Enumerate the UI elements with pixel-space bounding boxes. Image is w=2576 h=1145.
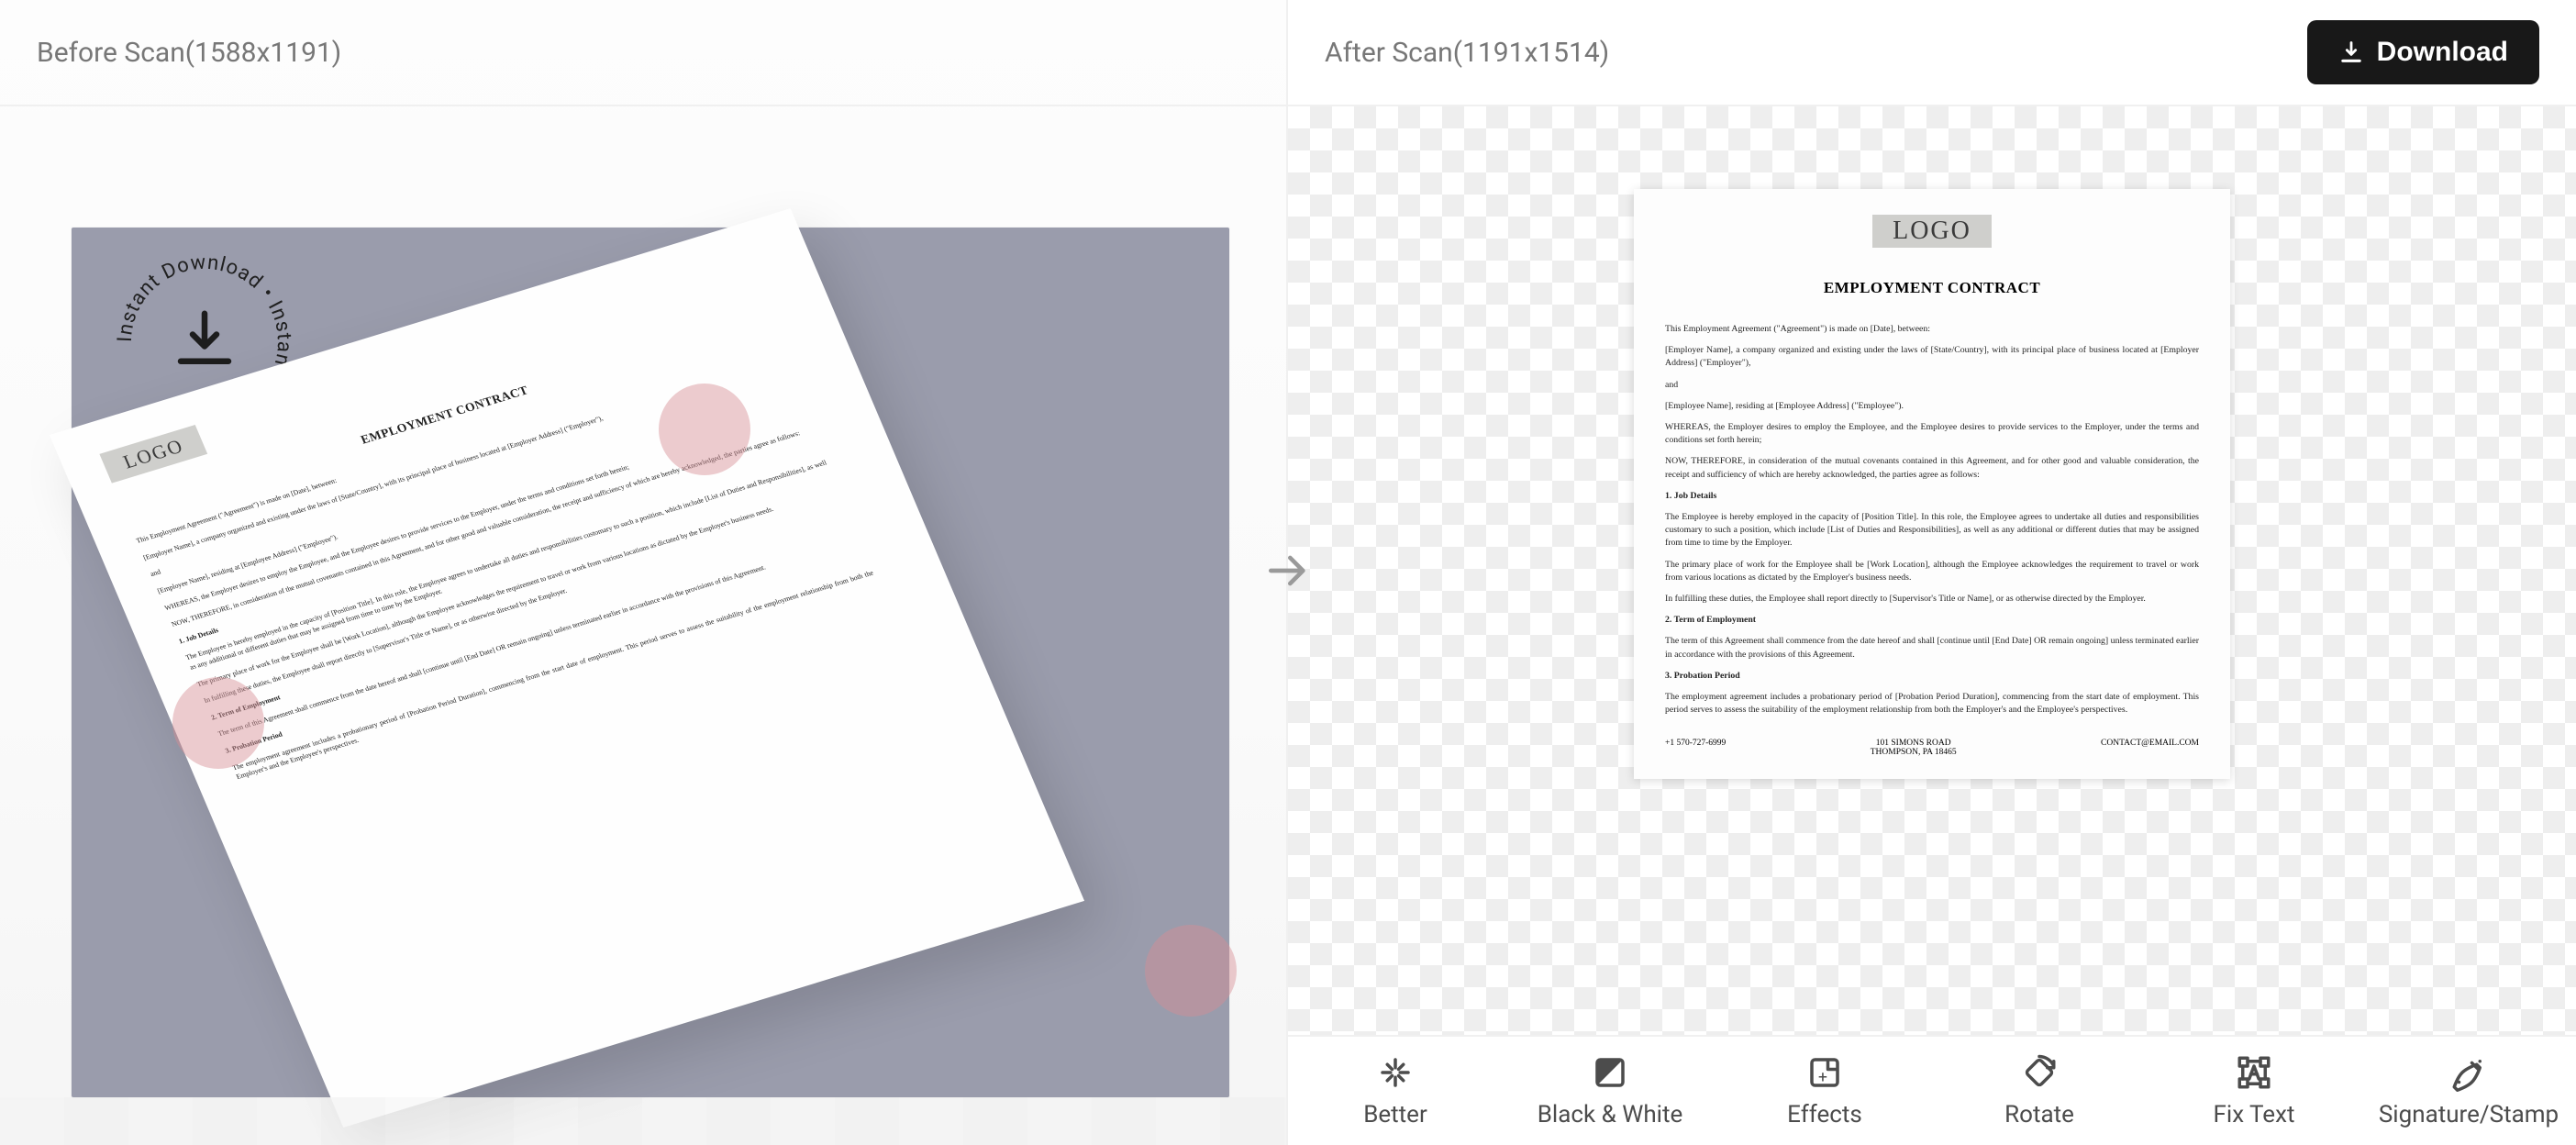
doc-body: This Employment Agreement ("Agreement") … bbox=[1665, 323, 2199, 717]
before-title: Before Scan(1588x1191) bbox=[37, 37, 341, 69]
tool-bw[interactable]: Black & White bbox=[1503, 1037, 1717, 1145]
pen-icon bbox=[2449, 1053, 2488, 1092]
footer-email: CONTACT@EMAIL.COM bbox=[2101, 739, 2199, 757]
before-header: Before Scan(1588x1191) bbox=[0, 0, 1286, 106]
download-label: Download bbox=[2377, 37, 2508, 68]
before-pane: Before Scan(1588x1191) Instant Download … bbox=[0, 0, 1288, 1145]
tool-fixtext[interactable]: Fix Text bbox=[2147, 1037, 2361, 1145]
rotate-icon bbox=[2020, 1053, 2059, 1092]
crop-handle[interactable] bbox=[172, 677, 264, 769]
after-body: LOGO EMPLOYMENT CONTRACT This Employment… bbox=[1288, 106, 2576, 1145]
sparkle-icon bbox=[1376, 1053, 1415, 1092]
tool-label: Rotate bbox=[2004, 1101, 2074, 1128]
tool-better[interactable]: Better bbox=[1288, 1037, 1503, 1145]
footer-addr1: 101 SIMONS ROAD bbox=[1871, 739, 1957, 748]
tool-rotate[interactable]: Rotate bbox=[1932, 1037, 2147, 1145]
doc-footer: +1 570-727-6999 101 SIMONS ROAD THOMPSON… bbox=[1665, 739, 2199, 757]
before-body: Instant Download • Instant Download • LO… bbox=[0, 106, 1286, 1145]
doc-title: EMPLOYMENT CONTRACT bbox=[1665, 279, 2199, 297]
footer-phone: +1 570-727-6999 bbox=[1665, 739, 1726, 757]
svg-text:+: + bbox=[1818, 1069, 1827, 1087]
tool-label: Better bbox=[1363, 1101, 1427, 1128]
tool-effects[interactable]: + Effects bbox=[1717, 1037, 1932, 1145]
arrow-icon bbox=[1262, 545, 1314, 600]
app-root: Before Scan(1588x1191) Instant Download … bbox=[0, 0, 2576, 1145]
logo-box: LOGO bbox=[1872, 215, 1992, 248]
download-icon bbox=[2338, 39, 2364, 65]
tool-label: Signature/Stamp bbox=[2379, 1101, 2559, 1128]
download-button[interactable]: Download bbox=[2307, 20, 2539, 84]
contrast-icon bbox=[1591, 1053, 1629, 1092]
tool-label: Black & White bbox=[1538, 1101, 1683, 1128]
effects-icon: + bbox=[1805, 1053, 1844, 1092]
crop-handle[interactable] bbox=[1145, 925, 1237, 1017]
scanned-document[interactable]: LOGO EMPLOYMENT CONTRACT This Employment… bbox=[1634, 189, 2230, 779]
before-image[interactable]: Instant Download • Instant Download • LO… bbox=[72, 228, 1229, 1097]
after-header: After Scan(1191x1514) Download bbox=[1288, 0, 2576, 106]
footer-addr2: THOMPSON, PA 18465 bbox=[1871, 748, 1957, 757]
text-icon bbox=[2235, 1053, 2273, 1092]
after-title: After Scan(1191x1514) bbox=[1325, 37, 1609, 69]
tool-label: Fix Text bbox=[2214, 1101, 2295, 1128]
crop-handle[interactable] bbox=[659, 384, 750, 475]
logo-box: LOGO bbox=[99, 425, 207, 484]
toolbar: Better Black & White + Effects bbox=[1288, 1035, 2576, 1145]
floor-decoration bbox=[0, 1097, 1286, 1145]
after-pane: After Scan(1191x1514) Download LOGO EMPL… bbox=[1288, 0, 2576, 1145]
tool-label: Effects bbox=[1787, 1101, 1862, 1128]
download-icon bbox=[169, 305, 240, 376]
tool-signature[interactable]: Signature/Stamp bbox=[2361, 1037, 2576, 1145]
